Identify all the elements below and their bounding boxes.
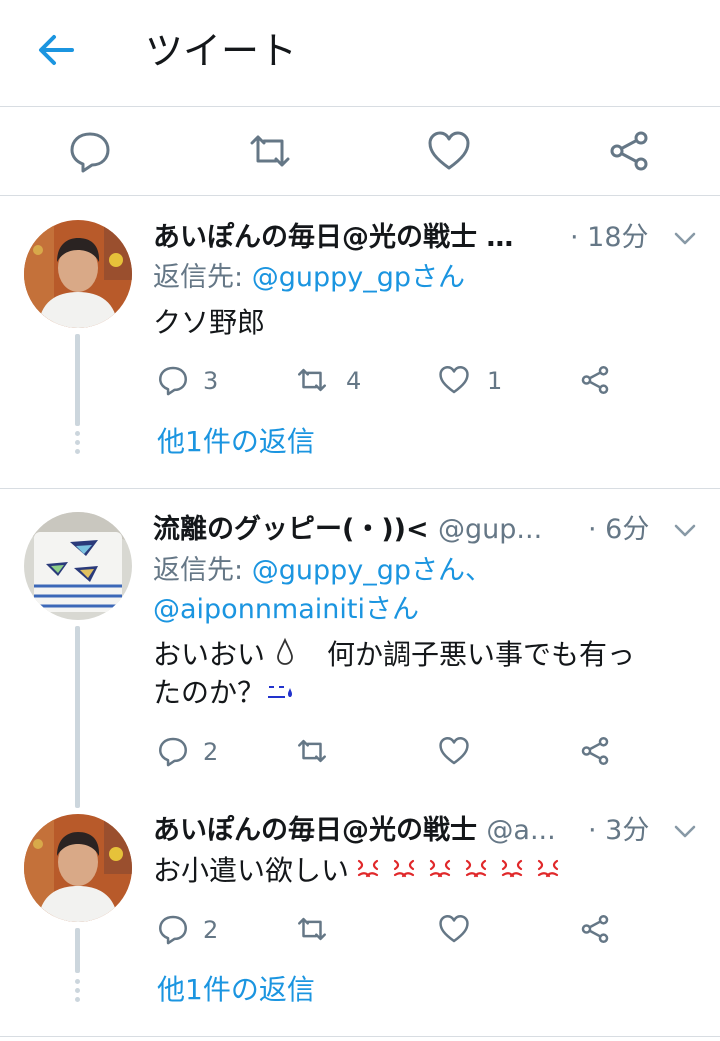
reply-to-label: 返信先:	[153, 555, 252, 586]
share-icon[interactable]	[578, 912, 612, 946]
like-heart-icon[interactable]	[437, 363, 471, 397]
like-heart-icon[interactable]	[437, 912, 471, 946]
reply-icon[interactable]	[156, 912, 190, 946]
mention-link[interactable]: @aiponnmainitiさん	[153, 594, 419, 625]
thread-dots	[75, 431, 80, 458]
droplet-emoji-icon	[265, 636, 327, 676]
tweet-author-handle: @a...	[486, 815, 556, 846]
thread-dots	[75, 979, 80, 1006]
reply-to-line-2: @aiponnmainitiさん	[153, 592, 419, 628]
tweet-text: クソ野郎	[153, 306, 266, 339]
retweet-icon[interactable]	[246, 127, 294, 175]
thread-line	[75, 928, 80, 973]
back-arrow-icon[interactable]	[34, 28, 78, 72]
tweet-timestamp: · 3分	[588, 815, 650, 846]
reply-icon[interactable]	[156, 363, 190, 397]
tweet-author-handle: @gup...	[438, 514, 543, 545]
mention-link[interactable]: @guppy_gpさん、	[252, 555, 492, 586]
like-heart-icon[interactable]	[425, 127, 473, 175]
tweet-text: お小遣い欲しい	[153, 852, 567, 891]
reply-to-line: 返信先: @guppy_gpさん、	[153, 553, 492, 589]
tweet-text-part: 何か調子悪い事でも有っ	[327, 638, 636, 671]
share-icon[interactable]	[578, 734, 612, 768]
divider	[0, 488, 720, 489]
reply-icon[interactable]	[66, 127, 114, 175]
reply-to-label: 返信先:	[153, 262, 252, 293]
anger-symbol-emoji-icon	[355, 853, 567, 891]
avatar[interactable]	[24, 512, 132, 620]
tweet-timestamp: · 18分	[570, 222, 649, 253]
chevron-down-icon[interactable]	[672, 517, 698, 543]
retweet-icon[interactable]	[295, 363, 329, 397]
avatar[interactable]	[24, 814, 132, 922]
mention-link[interactable]: @guppy_gpさん	[252, 262, 465, 293]
avatar[interactable]	[24, 220, 132, 328]
show-more-replies-link[interactable]: 他1件の返信	[157, 424, 315, 460]
retweet-icon[interactable]	[295, 912, 329, 946]
reply-count: 2	[203, 738, 219, 766]
sweat-face-emoji-icon	[265, 675, 295, 713]
app-header: ツイート	[0, 0, 720, 107]
tweet-action-bar	[0, 107, 720, 196]
like-heart-icon[interactable]	[437, 734, 471, 768]
chevron-down-icon[interactable]	[672, 818, 698, 844]
tweet-author-name[interactable]: 流離のグッピー(・))< @gup...	[153, 513, 542, 547]
thread-line	[75, 626, 80, 808]
chevron-down-icon[interactable]	[672, 225, 698, 251]
reply-to-line: 返信先: @guppy_gpさん	[153, 260, 465, 296]
tweet-text: おいおい 何か調子悪い事でも有っ	[153, 636, 635, 676]
tweet-text-part: おいおい	[153, 638, 266, 671]
reply-count: 2	[203, 916, 219, 944]
tweet-timestamp: · 6分	[588, 514, 650, 545]
tweet-author-name[interactable]: あいぽんの毎日@光の戦士 @a...	[153, 814, 556, 848]
page-title: ツイート	[145, 29, 298, 73]
tweet-text-part: お小遣い欲しい	[153, 854, 350, 887]
like-count: 1	[487, 367, 503, 395]
thread-line	[75, 334, 80, 426]
share-icon[interactable]	[578, 363, 612, 397]
reply-count: 3	[203, 367, 219, 395]
tweet-text-line-2: たのか？	[153, 674, 295, 713]
show-more-replies-link[interactable]: 他1件の返信	[157, 972, 315, 1008]
tweet-text-part: たのか？	[153, 676, 266, 709]
divider	[0, 1036, 720, 1037]
tweet-author-name[interactable]: あいぽんの毎日@光の戦士 …	[153, 221, 513, 255]
reply-icon[interactable]	[156, 734, 190, 768]
retweet-count: 4	[346, 367, 362, 395]
share-icon[interactable]	[605, 127, 653, 175]
retweet-icon[interactable]	[295, 734, 329, 768]
